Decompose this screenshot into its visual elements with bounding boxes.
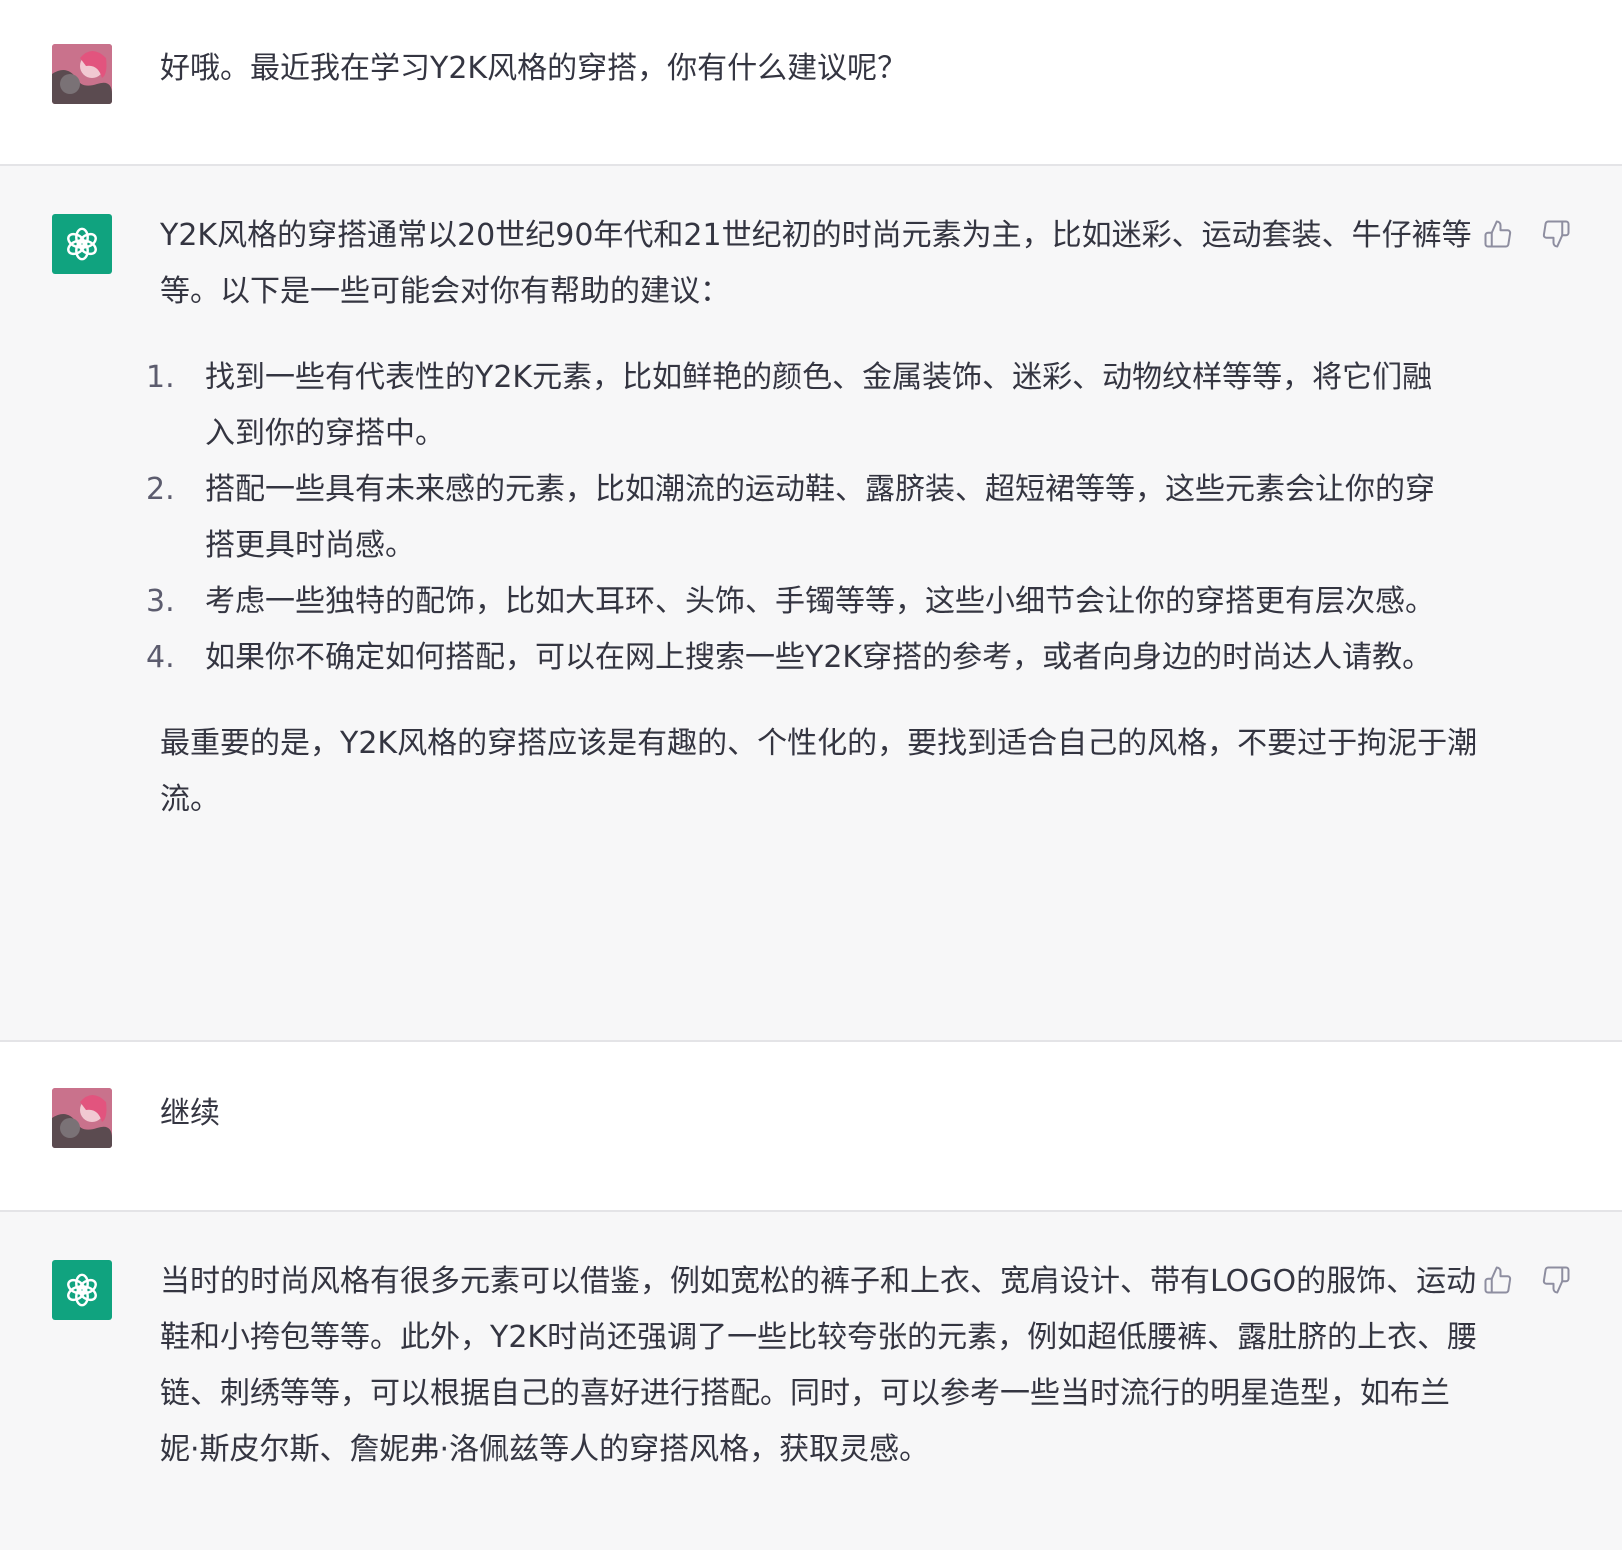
thumbs-up-button[interactable] [1482, 218, 1514, 250]
list-item-text: 考虑一些独特的配饰，比如大耳环、头饰、手镯等等，这些小细节会让你的穿搭更有层次感… [205, 584, 1435, 619]
list-number: 4. [146, 640, 175, 675]
user-message-text: 继续 [160, 1096, 220, 1131]
thumbs-down-button[interactable] [1540, 1264, 1572, 1296]
list-number: 3. [146, 584, 175, 619]
thumbs-up-button[interactable] [1482, 1264, 1514, 1296]
assistant-avatar [52, 1260, 112, 1320]
assistant-message-text: 当时的时尚风格有很多元素可以借鉴，例如宽松的裤子和上衣、宽肩设计、带有LOGO的… [160, 1264, 1478, 1467]
list-item-text: 找到一些有代表性的Y2K元素，比如鲜艳的颜色、金属装饰、迷彩、动物纹样等等，将它… [205, 360, 1433, 451]
feedback-buttons [1482, 1264, 1572, 1296]
user-message: 好哦。最近我在学习Y2K风格的穿搭，你有什么建议呢？ [0, 0, 1622, 164]
openai-logo-icon [67, 1273, 97, 1307]
user-avatar-icon [52, 44, 112, 104]
assistant-avatar [52, 214, 112, 274]
thumbs-up-icon [1484, 1266, 1512, 1294]
user-message-text: 好哦。最近我在学习Y2K风格的穿搭，你有什么建议呢？ [160, 51, 908, 86]
assistant-outro-text: 最重要的是，Y2K风格的穿搭应该是有趣的、个性化的，要找到适合自己的风格，不要过… [160, 726, 1478, 817]
suggestion-list: 1. 找到一些有代表性的Y2K元素，比如鲜艳的颜色、金属装饰、迷彩、动物纹样等等，… [146, 350, 1478, 686]
thumbs-down-icon [1542, 220, 1570, 248]
openai-logo-icon [67, 227, 97, 261]
user-avatar-icon [52, 1088, 112, 1148]
assistant-intro-text: Y2K风格的穿搭通常以20世纪90年代和21世纪初的时尚元素为主，比如迷彩、运动… [160, 218, 1472, 309]
list-item-text: 如果你不确定如何搭配，可以在网上搜索一些Y2K穿搭的参考，或者向身边的时尚达人请… [205, 640, 1433, 675]
thumbs-down-icon [1542, 1266, 1570, 1294]
list-item: 2. 搭配一些具有未来感的元素，比如潮流的运动鞋、露脐装、超短裙等等，这些元素会让… [146, 462, 1453, 574]
list-item: 1. 找到一些有代表性的Y2K元素，比如鲜艳的颜色、金属装饰、迷彩、动物纹样等等，… [146, 350, 1453, 462]
list-number: 1. [146, 360, 175, 395]
list-item: 4. 如果你不确定如何搭配，可以在网上搜索一些Y2K穿搭的参考，或者向身边的时尚达… [146, 630, 1453, 686]
assistant-message: Y2K风格的穿搭通常以20世纪90年代和21世纪初的时尚元素为主，比如迷彩、运动… [0, 164, 1622, 1042]
user-avatar [52, 44, 112, 104]
list-item-text: 搭配一些具有未来感的元素，比如潮流的运动鞋、露脐装、超短裙等等，这些元素会让你的… [205, 472, 1435, 563]
feedback-buttons [1482, 218, 1572, 250]
list-item: 3. 考虑一些独特的配饰，比如大耳环、头饰、手镯等等，这些小细节会让你的穿搭更有层… [146, 574, 1453, 630]
thumbs-down-button[interactable] [1540, 218, 1572, 250]
thumbs-up-icon [1484, 220, 1512, 248]
user-avatar [52, 1088, 112, 1148]
list-number: 2. [146, 472, 175, 507]
assistant-message: 当时的时尚风格有很多元素可以借鉴，例如宽松的裤子和上衣、宽肩设计、带有LOGO的… [0, 1210, 1622, 1550]
user-message: 继续 [0, 1042, 1622, 1210]
